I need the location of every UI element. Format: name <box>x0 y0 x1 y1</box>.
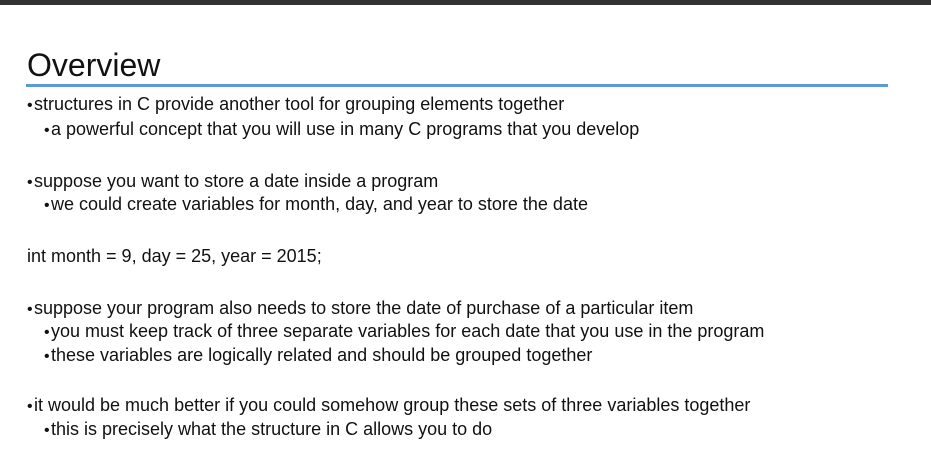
bullet-dot: • <box>44 348 50 365</box>
sub-bullet-item: •we could create variables for month, da… <box>44 193 588 217</box>
sub-bullet-item: •these variables are logically related a… <box>44 344 592 368</box>
slide-title: Overview <box>27 47 161 83</box>
bullet-item: •suppose you want to store a date inside… <box>27 170 438 194</box>
bullet-dot: • <box>44 122 50 139</box>
bullet-text: these variables are logically related an… <box>51 345 593 365</box>
sub-bullet-item: •this is precisely what the structure in… <box>44 418 492 442</box>
bullet-item: •structures in C provide another tool fo… <box>27 93 564 117</box>
bullet-dot: • <box>44 197 50 214</box>
bullet-dot: • <box>44 324 50 341</box>
sub-bullet-item: •a powerful concept that you will use in… <box>44 118 639 142</box>
bullet-text: it would be much better if you could som… <box>34 395 751 415</box>
bullet-dot: • <box>44 422 50 439</box>
bullet-text: you must keep track of three separate va… <box>51 321 765 341</box>
bullet-dot: • <box>27 97 33 114</box>
bullet-text: suppose you want to store a date inside … <box>34 171 439 191</box>
bullet-dot: • <box>27 174 33 191</box>
bullet-text: a powerful concept that you will use in … <box>51 119 640 139</box>
bullet-dot: • <box>27 301 33 318</box>
bullet-item: •it would be much better if you could so… <box>27 394 750 418</box>
sub-bullet-item: •you must keep track of three separate v… <box>44 320 764 344</box>
top-border-bar <box>0 0 931 5</box>
code-line: int month = 9, day = 25, year = 2015; <box>27 246 322 266</box>
bullet-text: suppose your program also needs to store… <box>34 298 694 318</box>
bullet-text: structures in C provide another tool for… <box>34 94 565 114</box>
bullet-text: we could create variables for month, day… <box>51 194 588 214</box>
bullet-text: this is precisely what the structure in … <box>51 419 493 439</box>
bullet-dot: • <box>27 398 33 415</box>
bullet-item: •suppose your program also needs to stor… <box>27 297 693 321</box>
title-underline <box>26 84 888 87</box>
